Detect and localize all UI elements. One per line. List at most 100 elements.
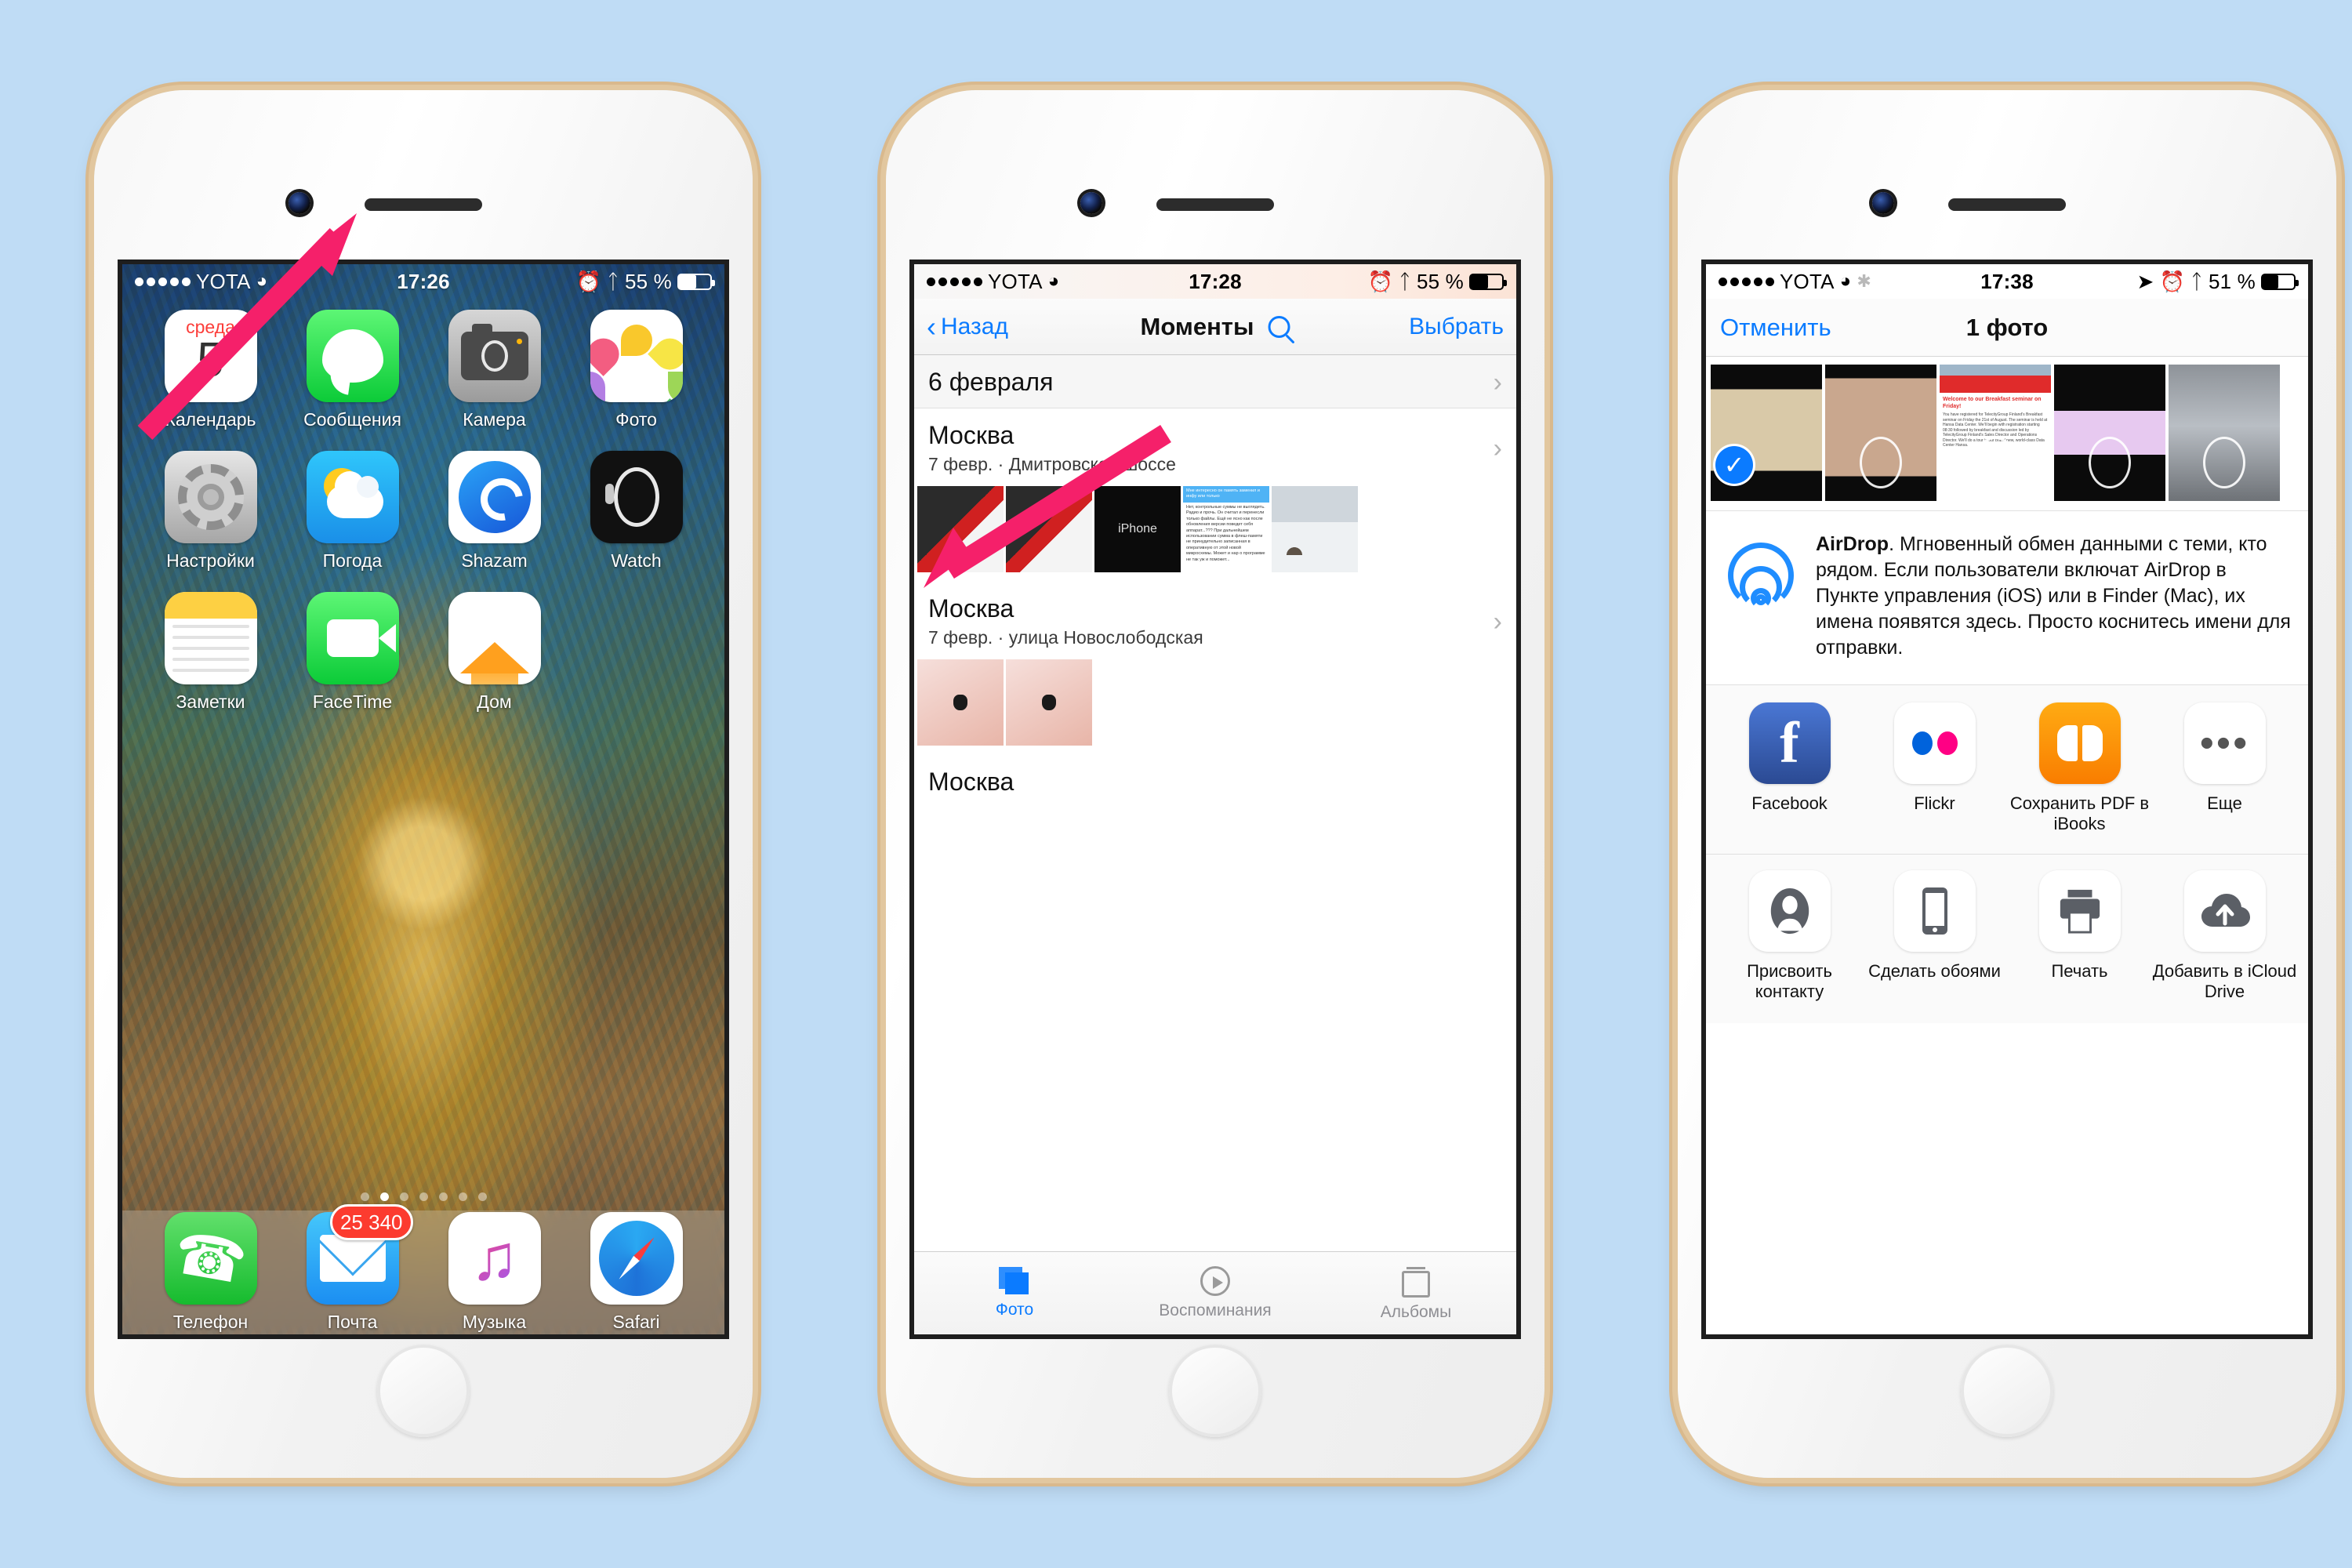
search-icon[interactable] xyxy=(1268,315,1290,338)
thumbnail[interactable] xyxy=(917,659,1004,746)
printer-icon xyxy=(2038,869,2121,952)
home-button-2[interactable] xyxy=(1169,1345,1261,1437)
dock-item-music[interactable]: ♫ Музыка xyxy=(423,1212,565,1333)
status-time: 17:38 xyxy=(1980,269,2034,293)
app-photos[interactable]: Фото xyxy=(565,310,707,430)
share-target-facebook[interactable]: f Facebook xyxy=(1717,702,1862,835)
tab-label: Воспоминания xyxy=(1159,1301,1272,1319)
home-button-1[interactable] xyxy=(377,1345,470,1437)
moments-list[interactable]: 6 февраля › Москва 7 февр. · Дмитровское… xyxy=(914,355,1516,1251)
tab-bar: Фото Воспоминания Альбомы xyxy=(914,1251,1516,1334)
tab-albums[interactable]: Альбомы xyxy=(1316,1265,1516,1322)
app-facetime[interactable]: FaceTime xyxy=(281,592,423,713)
photo-thumbnail[interactable]: Welcome to our Breakfast seminar on Frid… xyxy=(1940,365,2051,501)
shazam-icon xyxy=(448,451,541,543)
signal-dots-icon xyxy=(1719,277,1774,286)
camera-icon xyxy=(448,310,541,402)
photo-thumbnail[interactable]: ✓ xyxy=(1711,365,1822,501)
battery-percent: 55 % xyxy=(1416,269,1464,293)
navigation-bar: ‹ Назад Моменты Выбрать xyxy=(914,299,1516,355)
dock-item-mail[interactable]: 25 340 Почта xyxy=(281,1204,423,1333)
home-button-3[interactable] xyxy=(1961,1345,2053,1437)
music-icon: ♫ xyxy=(448,1212,541,1305)
action-label: Сделать обоями xyxy=(1868,960,2001,981)
thumbnail[interactable]: iPhone xyxy=(1094,486,1181,572)
dock-item-phone[interactable]: ☎ Телефон xyxy=(140,1212,281,1333)
phone-device-2: YOTA ◕ 17:28 ⏰ ᛏ 55 % ‹ Назад Моменты Вы… xyxy=(886,90,1544,1478)
photo-thumbnail[interactable] xyxy=(2169,365,2280,501)
select-button[interactable]: Выбрать xyxy=(1409,314,1504,340)
dock-item-safari[interactable]: Safari xyxy=(565,1212,707,1333)
airdrop-section: AirDrop. Мгновенный обмен данными с теми… xyxy=(1706,511,2308,685)
battery-icon xyxy=(677,273,715,290)
actions-row: Присвоить контакту Сделать обоями Печать… xyxy=(1706,854,2308,1023)
back-button[interactable]: ‹ Назад xyxy=(927,312,1008,341)
app-weather[interactable]: Погода xyxy=(281,451,423,572)
app-camera[interactable]: Камера xyxy=(423,310,565,430)
share-target-ibooks[interactable]: Сохранить PDF в iBooks xyxy=(2007,702,2152,835)
dock-label: Почта xyxy=(327,1312,378,1332)
chevron-right-icon: › xyxy=(1493,367,1502,397)
app-notes[interactable]: Заметки xyxy=(140,592,281,713)
moment-header-date[interactable]: 6 февраля › xyxy=(914,355,1516,408)
app-label: Сообщения xyxy=(303,409,401,430)
app-calendar[interactable]: среда 5 Календарь xyxy=(140,310,281,430)
app-label: Заметки xyxy=(176,691,245,712)
messages-icon xyxy=(306,310,399,402)
photo-thumbnail[interactable] xyxy=(2054,365,2165,501)
phone-1-screen: YOTA ◕ 17:26 ⏰ ᛏ 55 % среда 5 Календарь xyxy=(122,264,724,1334)
share-sheet-navbar: Отменить 1 фото xyxy=(1706,299,2308,357)
thumbnail[interactable] xyxy=(917,486,1004,572)
home-app-icon xyxy=(448,592,541,684)
share-label: Сохранить PDF в iBooks xyxy=(2009,793,2150,834)
chevron-right-icon: › xyxy=(1493,606,1502,637)
share-label: Еще xyxy=(2207,793,2242,813)
cancel-button[interactable]: Отменить xyxy=(1720,314,1831,342)
moment-header-moscow-2[interactable]: Москва 7 февр. · улица Новослободская › xyxy=(914,582,1516,659)
action-assign-to-contact[interactable]: Присвоить контакту xyxy=(1717,869,1862,1003)
moment-header-moscow-1[interactable]: Москва 7 февр. · Дмитровское шоссе › xyxy=(914,408,1516,486)
moment-thumbnails: iPhone Мне интересно он память заменил и… xyxy=(914,486,1516,582)
battery-icon xyxy=(1469,273,1507,290)
app-watch[interactable]: Watch xyxy=(565,451,707,572)
flickr-icon xyxy=(1893,702,1976,784)
sync-spinner-icon: ✱ xyxy=(1857,271,1872,291)
app-label: Настройки xyxy=(166,550,255,571)
thumbnail[interactable]: Мне интересно он память заменил и инфу и… xyxy=(1183,486,1269,572)
thumbnail[interactable] xyxy=(1272,486,1358,572)
page-title: 1 фото xyxy=(1965,313,2049,341)
airdrop-title: AirDrop xyxy=(1816,533,1889,555)
dock-label: Музыка xyxy=(462,1312,527,1332)
action-add-to-icloud-drive[interactable]: Добавить в iCloud Drive xyxy=(2152,869,2297,1003)
app-home[interactable]: Дом xyxy=(423,592,565,713)
front-camera xyxy=(1872,192,1894,214)
phone-device-1: YOTA ◕ 17:26 ⏰ ᛏ 55 % среда 5 Календарь xyxy=(94,90,753,1478)
share-target-more[interactable]: ••• Еще xyxy=(2152,702,2297,835)
photo-thumbnail[interactable] xyxy=(1825,365,1936,501)
app-shazam[interactable]: Shazam xyxy=(423,451,565,572)
app-settings[interactable]: Настройки xyxy=(140,451,281,572)
action-label: Добавить в iCloud Drive xyxy=(2152,960,2297,1002)
settings-icon xyxy=(164,451,257,543)
thumbnail[interactable] xyxy=(1006,659,1092,746)
phone-2-screen: YOTA ◕ 17:28 ⏰ ᛏ 55 % ‹ Назад Моменты Вы… xyxy=(914,264,1516,1334)
contact-person-icon xyxy=(1748,869,1831,952)
moment-title: Москва xyxy=(928,421,1014,449)
tab-memories[interactable]: Воспоминания xyxy=(1115,1266,1316,1320)
app-messages[interactable]: Сообщения xyxy=(281,310,423,430)
status-bar-3: YOTA ◕ ✱ 17:38 ➤ ⏰ ᛏ 51 % xyxy=(1706,264,2308,299)
moment-thumbnails xyxy=(914,659,1516,755)
status-time: 17:26 xyxy=(397,269,450,293)
status-bar-2: YOTA ◕ 17:28 ⏰ ᛏ 55 % xyxy=(914,264,1516,299)
share-target-flickr[interactable]: Flickr xyxy=(1862,702,2007,835)
action-print[interactable]: Печать xyxy=(2007,869,2152,1003)
dock-label: Телефон xyxy=(172,1312,249,1332)
moment-header-moscow-3[interactable]: Москва xyxy=(914,755,1516,797)
more-dots-icon: ••• xyxy=(2183,702,2266,784)
thumbnail[interactable] xyxy=(1006,486,1092,572)
tab-photos[interactable]: Фото xyxy=(914,1267,1115,1319)
status-bar-1: YOTA ◕ 17:26 ⏰ ᛏ 55 % xyxy=(122,264,724,299)
moment-title: Москва xyxy=(928,594,1014,622)
action-set-wallpaper[interactable]: Сделать обоями xyxy=(1862,869,2007,1003)
calendar-icon: среда 5 xyxy=(164,310,257,402)
